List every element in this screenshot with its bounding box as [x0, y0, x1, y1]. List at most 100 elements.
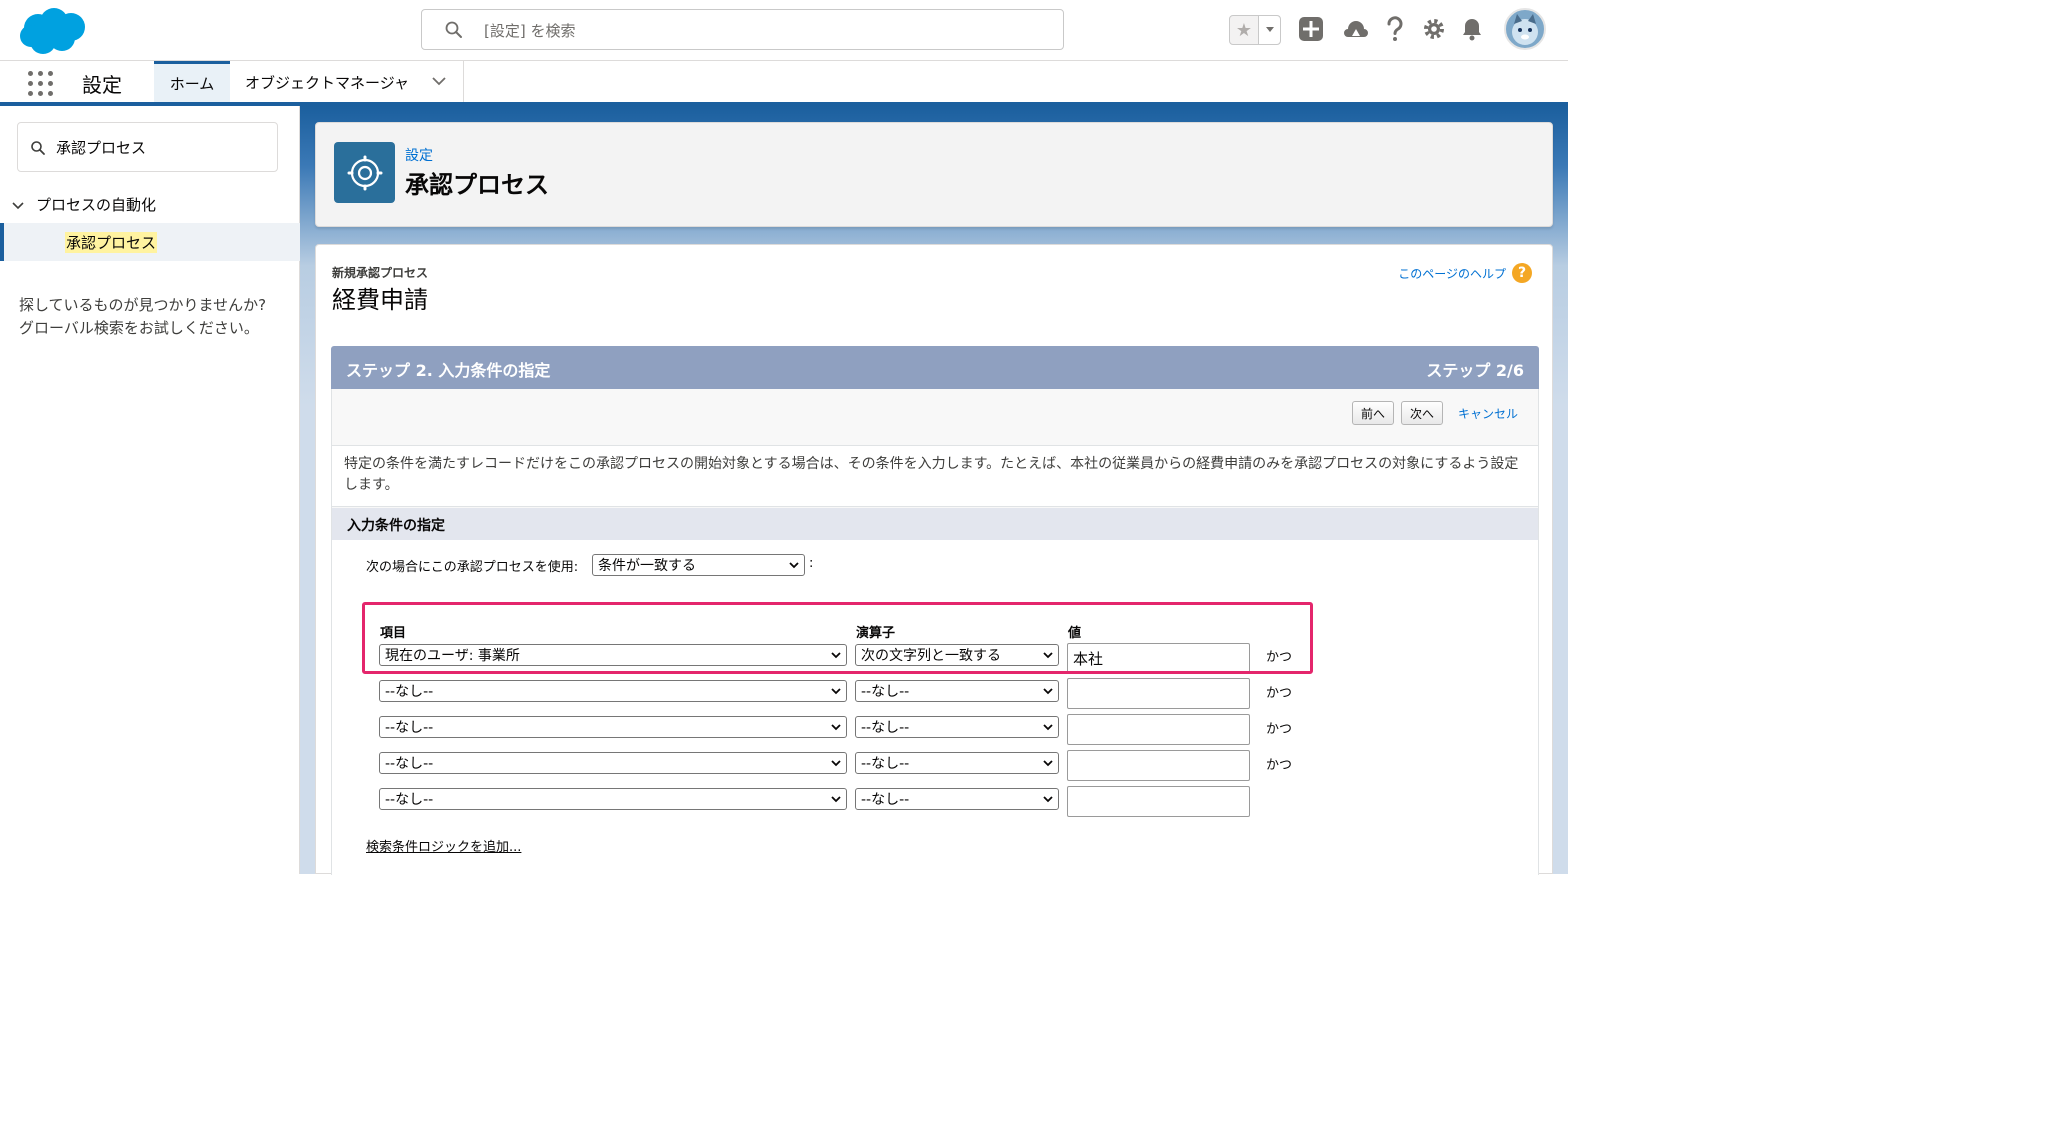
use-condition-value: 条件が一致する: [598, 558, 696, 574]
search-placeholder: [設定] を検索: [484, 22, 576, 40]
salesforce-cloud-logo[interactable]: [18, 6, 90, 56]
criteria-field-select[interactable]: --なし--: [379, 680, 847, 702]
criteria-field-value: --なし--: [385, 792, 434, 808]
wizard-subtitle: 新規承認プロセス: [332, 266, 429, 280]
chevron-down-icon: [1043, 724, 1053, 731]
breadcrumb[interactable]: 設定: [405, 145, 433, 165]
use-condition-colon: :: [809, 556, 814, 571]
trailhead-icon: [1344, 21, 1368, 37]
chevron-down-icon: [831, 760, 841, 767]
criteria-operator-select[interactable]: --なし--: [855, 680, 1059, 702]
favorites-button-group: ★: [1229, 15, 1281, 45]
search-icon: [445, 21, 462, 38]
use-condition-select[interactable]: 条件が一致する: [592, 554, 805, 576]
step-title-bar: ステップ 2. 入力条件の指定 ステップ 2/6: [331, 346, 1539, 389]
help-icon: [1387, 16, 1403, 41]
tab-object-manager-label: オブジェクトマネージャ: [245, 73, 409, 92]
chevron-down-icon: [831, 724, 841, 731]
sidebar-help-line: 探しているものが見つかりませんか?: [19, 296, 267, 314]
chevron-down-icon: [1043, 760, 1053, 767]
step-title: ステップ 2. 入力条件の指定: [346, 361, 551, 380]
criteria-value-input[interactable]: [1067, 714, 1250, 745]
page-help-link[interactable]: このページのヘルプ ?: [1398, 263, 1532, 283]
sidebar-item-approval-processes[interactable]: 承認プロセス: [0, 223, 300, 261]
search-icon: [31, 141, 45, 155]
next-button[interactable]: 次へ: [1401, 401, 1444, 425]
setup-gear-icon: [334, 142, 395, 203]
page-header: 設定 承認プロセス: [315, 122, 1553, 227]
quick-find-input[interactable]: 承認プロセス: [17, 122, 278, 172]
plus-icon: [1299, 17, 1323, 41]
highlight-annotation-box: [362, 602, 1313, 674]
user-avatar[interactable]: [1504, 8, 1546, 50]
app-name: 設定: [82, 73, 122, 97]
notifications-bell-icon: [1463, 19, 1481, 41]
criteria-field-select[interactable]: --なし--: [379, 752, 847, 774]
step-description: 特定の条件を満たすレコードだけをこの承認プロセスの開始対象とする場合は、その条件…: [332, 445, 1538, 507]
criteria-field-select[interactable]: --なし--: [379, 716, 847, 738]
criteria-panel: 次の場合にこの承認プロセスを使用: 条件が一致する : 項目 演算子 値 現在の…: [332, 540, 1538, 875]
criteria-operator-value: --なし--: [861, 684, 910, 700]
global-header: [設定] を検索 ★: [0, 0, 1568, 60]
step-count: ステップ 2/6: [1426, 361, 1524, 380]
criteria-field-value: --なし--: [385, 756, 434, 772]
step-description-text: 特定の条件を満たすレコードだけをこの承認プロセスの開始対象とする場合は、その条件…: [344, 456, 1519, 493]
sidebar-group-process-automation[interactable]: プロセスの自動化: [10, 194, 156, 215]
section-header: 入力条件の指定: [332, 508, 1538, 540]
favorites-star-icon[interactable]: ★: [1230, 16, 1258, 44]
chevron-down-icon[interactable]: [431, 73, 447, 89]
page-help-label: このページのヘルプ: [1398, 266, 1506, 281]
criteria-operator-value: --なし--: [861, 792, 910, 808]
step-body: 前へ 次へ キャンセル 特定の条件を満たすレコードだけをこの承認プロセスの開始対…: [331, 389, 1539, 875]
global-search-input[interactable]: [設定] を検索: [421, 9, 1064, 50]
criteria-operator-value: --なし--: [861, 720, 910, 736]
astro-avatar-icon: [1512, 14, 1538, 45]
chevron-down-icon: [12, 201, 24, 209]
criteria-field-value: --なし--: [385, 684, 434, 700]
favorites-list-button[interactable]: [1258, 16, 1280, 44]
chevron-down-icon: [831, 796, 841, 803]
criteria-value-input[interactable]: [1067, 750, 1250, 781]
criteria-value-input[interactable]: [1067, 786, 1250, 817]
page-title: 承認プロセス: [405, 171, 549, 199]
help-button[interactable]: [1380, 14, 1410, 44]
app-launcher-icon[interactable]: [28, 71, 54, 97]
chevron-down-icon: [1043, 688, 1053, 695]
tab-home[interactable]: ホーム: [154, 61, 230, 103]
help-question-icon: ?: [1512, 263, 1532, 283]
tab-object-manager[interactable]: オブジェクトマネージャ: [230, 61, 464, 103]
criteria-field-select[interactable]: --なし--: [379, 788, 847, 810]
criteria-operator-select[interactable]: --なし--: [855, 716, 1059, 738]
criteria-and-label: かつ: [1266, 686, 1293, 701]
approval-wizard-card: 新規承認プロセス 経費申請 このページのヘルプ ? ステップ 2. 入力条件の指…: [315, 244, 1553, 875]
trailhead-button[interactable]: [1341, 14, 1371, 44]
use-condition-label: 次の場合にこの承認プロセスを使用:: [366, 560, 579, 575]
criteria-operator-select[interactable]: --なし--: [855, 788, 1059, 810]
quick-find-value: 承認プロセス: [56, 139, 147, 157]
sidebar-help-text: 探しているものが見つかりませんか? グローバル検索をお試しください。: [19, 294, 294, 340]
sidebar-help-line: グローバル検索をお試しください。: [19, 319, 259, 337]
chevron-down-icon: [789, 562, 799, 569]
chevron-down-icon: [1043, 796, 1053, 803]
criteria-operator-select[interactable]: --なし--: [855, 752, 1059, 774]
criteria-operator-value: --なし--: [861, 756, 910, 772]
section-title: 入力条件の指定: [347, 518, 445, 534]
app-navigation-bar: 設定 ホーム オブジェクトマネージャ: [0, 60, 1568, 104]
sidebar-group-label: プロセスの自動化: [36, 196, 157, 214]
notifications-button[interactable]: [1457, 14, 1487, 44]
chevron-down-icon: [831, 688, 841, 695]
sidebar-item-label: 承認プロセス: [65, 232, 158, 253]
chevron-down-icon: [1265, 27, 1274, 32]
setup-sidebar: 承認プロセス プロセスの自動化 承認プロセス 探しているものが見つかりませんか?…: [0, 106, 300, 874]
cancel-link[interactable]: キャンセル: [1458, 405, 1518, 422]
criteria-and-label: かつ: [1266, 758, 1293, 773]
add-filter-logic-link[interactable]: 検索条件ロジックを追加...: [366, 836, 521, 855]
wizard-title: 経費申請: [332, 286, 428, 314]
previous-button[interactable]: 前へ: [1352, 401, 1395, 425]
gear-icon: [1424, 19, 1444, 39]
global-actions-button[interactable]: [1296, 14, 1326, 44]
criteria-and-label: かつ: [1266, 722, 1293, 737]
criteria-field-value: --なし--: [385, 720, 434, 736]
setup-button[interactable]: [1419, 14, 1449, 44]
criteria-value-input[interactable]: [1067, 678, 1250, 709]
